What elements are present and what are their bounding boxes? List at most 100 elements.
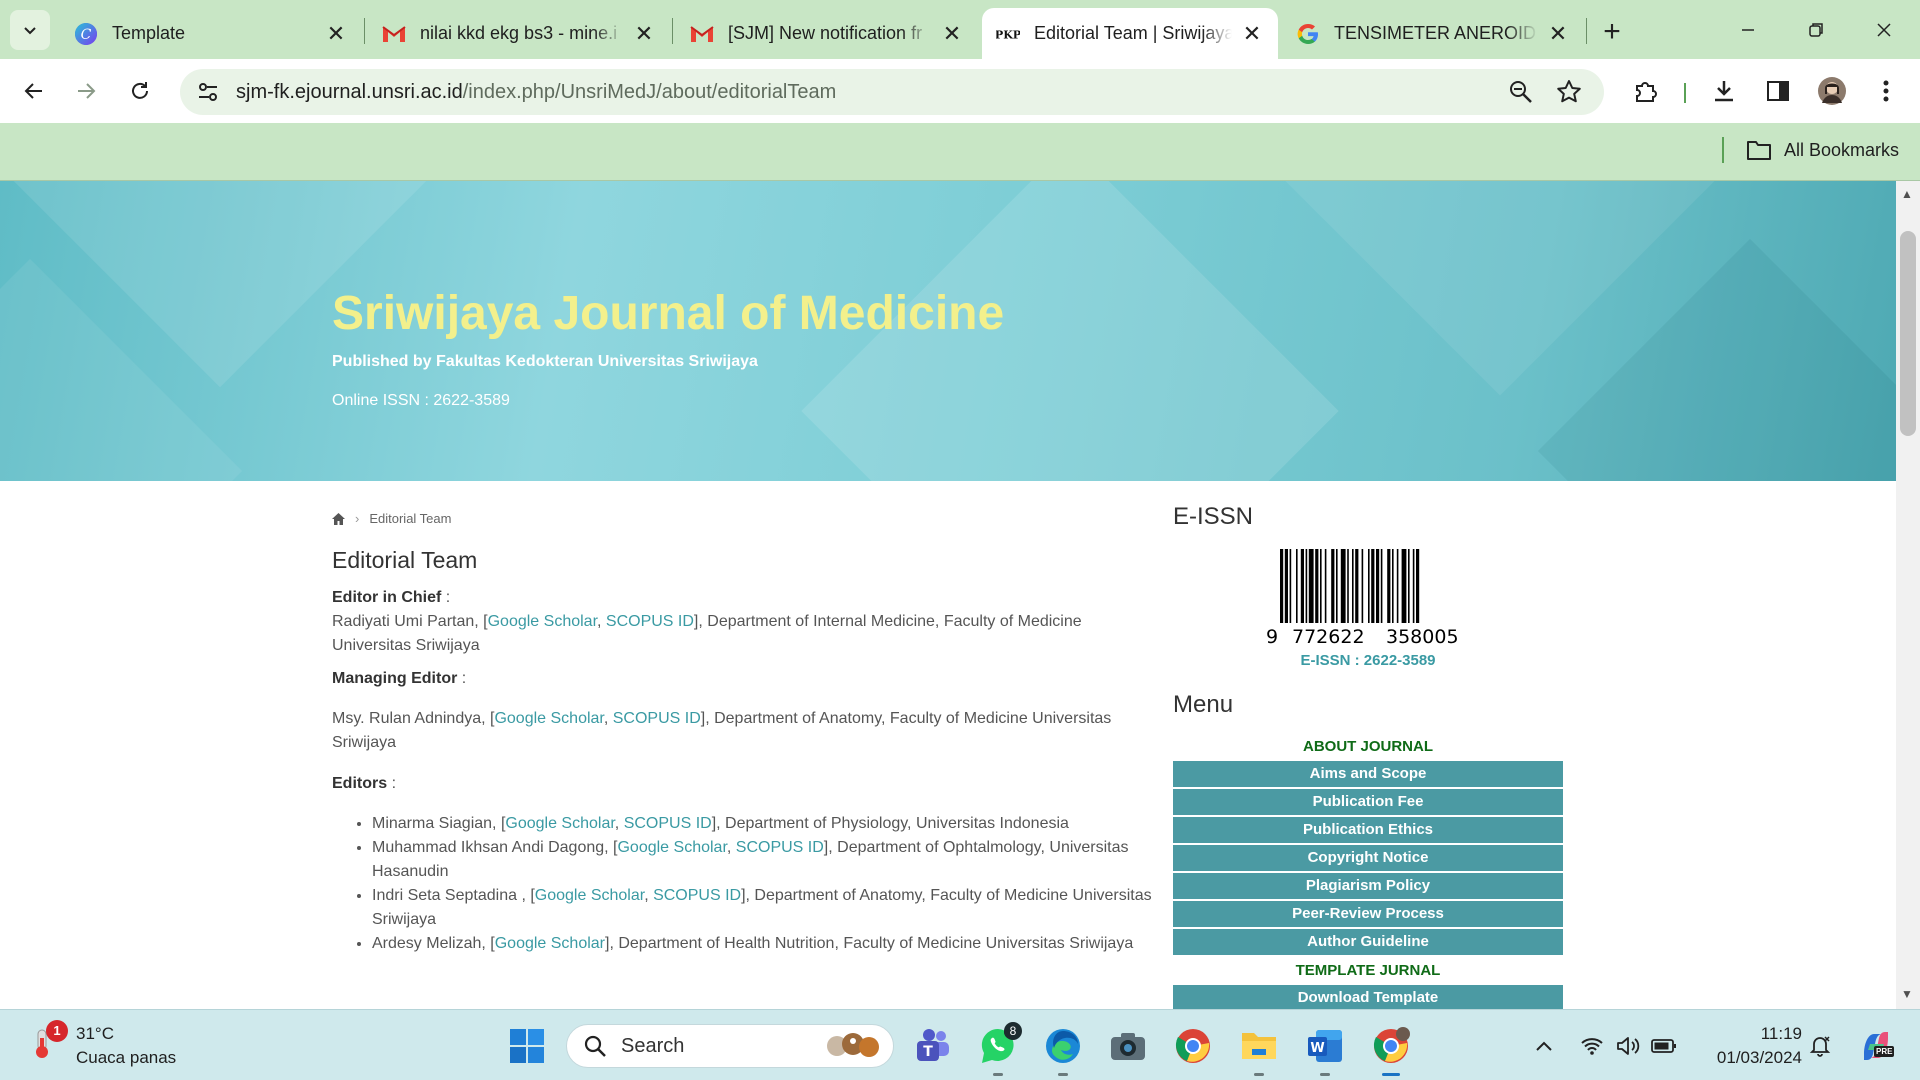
tab-gmail-sjm[interactable]: [SJM] New notification fr ✕ bbox=[676, 8, 978, 59]
tab-title: Template bbox=[112, 23, 186, 43]
start-button[interactable] bbox=[506, 1025, 548, 1067]
page-scrollbar[interactable]: ▲ ▼ bbox=[1896, 181, 1920, 1009]
volume-status[interactable] bbox=[1612, 1030, 1644, 1062]
barcode-bar bbox=[1371, 549, 1375, 623]
google-scholar-link[interactable]: Google Scholar bbox=[535, 887, 644, 904]
wifi-status[interactable] bbox=[1576, 1030, 1608, 1062]
weather-widget[interactable]: 1 31°C Cuaca panas bbox=[28, 1020, 176, 1070]
word-icon: W bbox=[1308, 1030, 1342, 1062]
minimize-button[interactable] bbox=[1718, 8, 1778, 52]
google-scholar-link[interactable]: Google Scholar bbox=[495, 935, 605, 952]
editors-list: Minarma Siagian, [Google Scholar, SCOPUS… bbox=[332, 812, 1172, 956]
menu-item-plagiarism-policy[interactable]: Plagiarism Policy bbox=[1173, 873, 1563, 899]
google-scholar-link[interactable]: Google Scholar bbox=[488, 613, 597, 630]
url-text[interactable]: sjm-fk.ejournal.unsri.ac.id/index.php/Un… bbox=[236, 81, 836, 104]
menu-item-publication-fee[interactable]: Publication Fee bbox=[1173, 789, 1563, 815]
extensions-button[interactable] bbox=[1628, 73, 1664, 109]
menu-item-peer-review[interactable]: Peer-Review Process bbox=[1173, 901, 1563, 927]
back-button[interactable] bbox=[14, 71, 54, 111]
menu-item-download-template[interactable]: Download Template bbox=[1173, 985, 1563, 1009]
section-label: Editor in Chief bbox=[332, 589, 442, 606]
menu-item-publication-ethics[interactable]: Publication Ethics bbox=[1173, 817, 1563, 843]
close-icon[interactable]: ✕ bbox=[324, 21, 348, 46]
weather-alert-badge: 1 bbox=[46, 1020, 68, 1042]
reload-button[interactable] bbox=[120, 71, 160, 111]
scopus-link[interactable]: SCOPUS ID bbox=[606, 613, 694, 630]
google-scholar-link[interactable]: Google Scholar bbox=[617, 839, 726, 856]
whatsapp-app[interactable]: 8 bbox=[977, 1022, 1022, 1076]
folder-icon bbox=[1242, 1033, 1276, 1059]
close-icon[interactable]: ✕ bbox=[940, 21, 964, 46]
side-panel-icon bbox=[1767, 81, 1789, 101]
browser-toolbar: sjm-fk.ejournal.unsri.ac.id/index.php/Un… bbox=[0, 59, 1920, 123]
tab-separator bbox=[364, 18, 365, 44]
bookmark-star-icon[interactable] bbox=[1556, 79, 1582, 110]
editor-name: Indri Seta Septadina , [ bbox=[372, 887, 535, 904]
scopus-link[interactable]: SCOPUS ID bbox=[653, 887, 741, 904]
list-item: Ardesy Melizah, [Google Scholar], Depart… bbox=[372, 932, 1172, 956]
close-icon[interactable]: ✕ bbox=[632, 21, 656, 46]
barcode-bar bbox=[1387, 549, 1391, 623]
home-icon[interactable] bbox=[332, 512, 345, 525]
show-hidden-icons[interactable] bbox=[1528, 1030, 1560, 1062]
scroll-up-icon[interactable]: ▲ bbox=[1901, 187, 1913, 201]
pkp-text: PKP bbox=[996, 28, 1020, 41]
new-tab-button[interactable]: + bbox=[1594, 14, 1630, 50]
copilot-button[interactable]: PRE bbox=[1856, 1026, 1896, 1066]
restore-button[interactable] bbox=[1786, 8, 1846, 52]
battery-status[interactable] bbox=[1648, 1030, 1680, 1062]
tab-tensimeter[interactable]: TENSIMETER ANEROID - ✕ bbox=[1282, 8, 1584, 59]
editor-name: Minarma Siagian, [ bbox=[372, 815, 506, 832]
scopus-link[interactable]: SCOPUS ID bbox=[624, 815, 712, 832]
tab-title: TENSIMETER ANEROID - bbox=[1334, 23, 1538, 43]
forward-button[interactable] bbox=[66, 71, 106, 111]
barcode-bar bbox=[1416, 549, 1420, 623]
downloads-button[interactable] bbox=[1706, 73, 1742, 109]
breadcrumb-current: Editorial Team bbox=[369, 511, 452, 526]
barcode-bar bbox=[1296, 549, 1298, 623]
journal-menu: ABOUT JOURNAL Aims and Scope Publication… bbox=[1173, 733, 1563, 1009]
tab-gmail-nilai[interactable]: nilai kkd ekg bs3 - mine.i ✕ bbox=[368, 8, 670, 59]
system-clock[interactable]: 11:19 01/03/2024 bbox=[1692, 1022, 1802, 1070]
file-explorer-app[interactable] bbox=[1238, 1025, 1280, 1076]
all-bookmarks-button[interactable]: All Bookmarks bbox=[1746, 139, 1899, 161]
zoom-icon[interactable] bbox=[1508, 79, 1534, 110]
edge-app[interactable] bbox=[1042, 1025, 1084, 1076]
scroll-down-icon[interactable]: ▼ bbox=[1901, 987, 1913, 1001]
journal-title[interactable]: Sriwijaya Journal of Medicine bbox=[332, 286, 1004, 341]
bookmarks-bar: All Bookmarks bbox=[0, 123, 1920, 181]
teams-app[interactable]: T bbox=[912, 1025, 954, 1067]
scopus-link[interactable]: SCOPUS ID bbox=[613, 710, 701, 727]
scrollbar-thumb[interactable] bbox=[1900, 231, 1916, 436]
menu-item-copyright-notice[interactable]: Copyright Notice bbox=[1173, 845, 1563, 871]
close-icon[interactable]: ✕ bbox=[1240, 21, 1264, 46]
toolbar-separator bbox=[1684, 83, 1686, 103]
menu-item-author-guideline[interactable]: Author Guideline bbox=[1173, 929, 1563, 955]
barcode-bar bbox=[1347, 549, 1349, 623]
word-app[interactable]: W bbox=[1304, 1025, 1346, 1076]
close-window-button[interactable] bbox=[1854, 8, 1914, 52]
profile-avatar[interactable] bbox=[1814, 73, 1850, 109]
scopus-link[interactable]: SCOPUS ID bbox=[736, 839, 824, 856]
running-indicator bbox=[1320, 1073, 1330, 1076]
tab-editorial-team[interactable]: PKP Editorial Team | Sriwijaya ✕ bbox=[982, 8, 1278, 59]
google-scholar-link[interactable]: Google Scholar bbox=[505, 815, 614, 832]
tab-template[interactable]: C Template ✕ bbox=[60, 8, 362, 59]
teams-icon: T bbox=[917, 1029, 949, 1061]
side-panel-button[interactable] bbox=[1760, 73, 1796, 109]
site-info-icon[interactable] bbox=[194, 78, 222, 106]
journal-issn: Online ISSN : 2622-3589 bbox=[332, 392, 510, 409]
running-indicator bbox=[993, 1073, 1003, 1076]
google-scholar-link[interactable]: Google Scholar bbox=[494, 710, 603, 727]
menu-item-aims-scope[interactable]: Aims and Scope bbox=[1173, 761, 1563, 787]
camera-app[interactable] bbox=[1107, 1025, 1149, 1067]
chrome-app[interactable] bbox=[1172, 1025, 1214, 1067]
more-vert-icon bbox=[1883, 80, 1889, 102]
taskbar-search[interactable]: Search bbox=[566, 1024, 894, 1068]
close-icon[interactable]: ✕ bbox=[1546, 21, 1570, 46]
browser-menu-button[interactable] bbox=[1868, 73, 1904, 109]
chrome-profile-app[interactable] bbox=[1370, 1025, 1412, 1076]
tab-search-button[interactable] bbox=[10, 10, 50, 50]
notifications-button[interactable] bbox=[1804, 1030, 1836, 1062]
address-bar[interactable]: sjm-fk.ejournal.unsri.ac.id/index.php/Un… bbox=[180, 69, 1604, 115]
